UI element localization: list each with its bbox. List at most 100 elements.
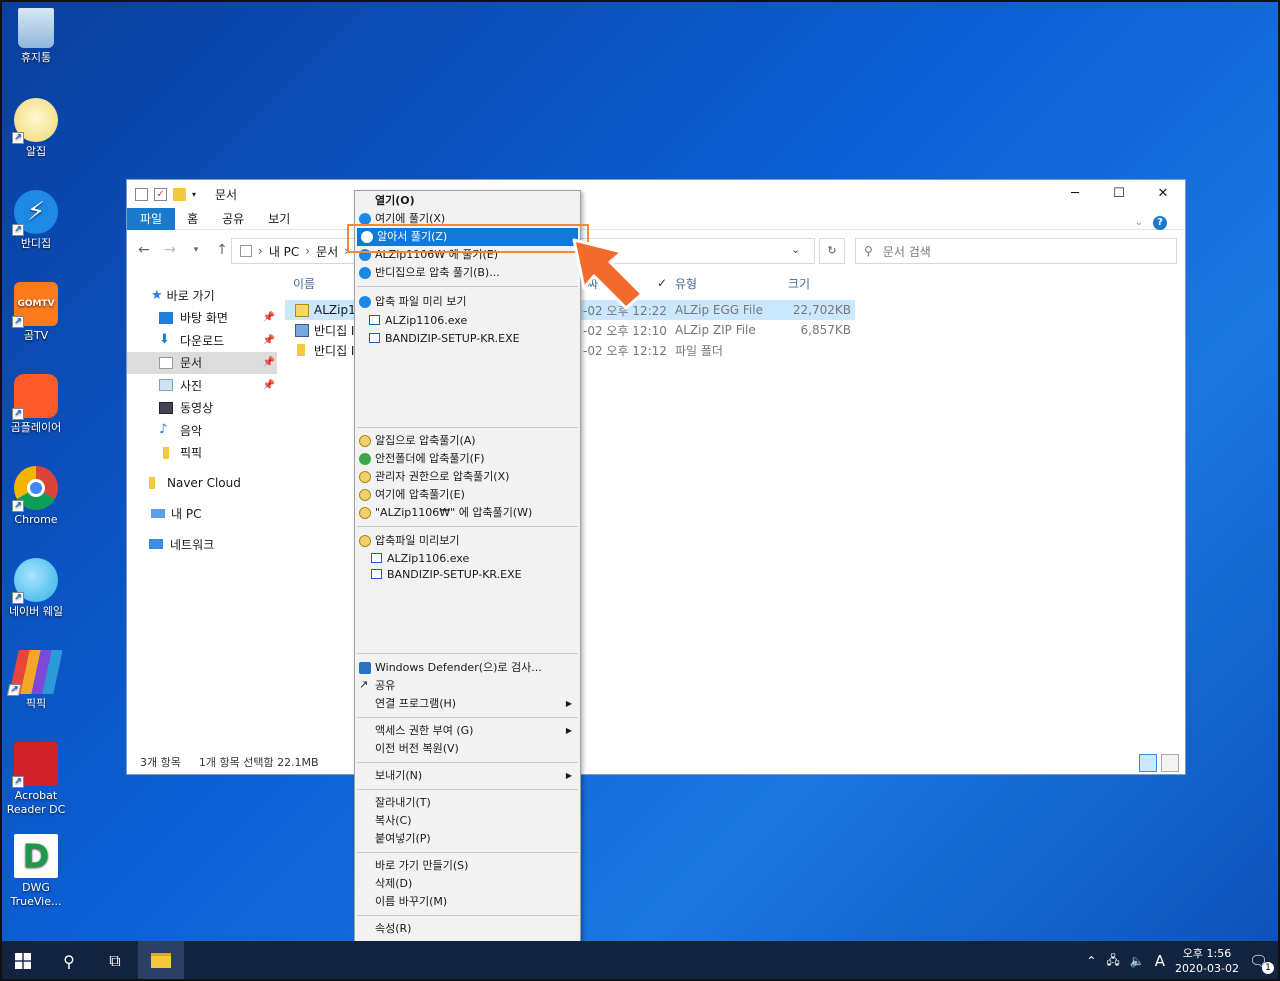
alzip-icon: [359, 489, 371, 501]
nav-item-naver-cloud[interactable]: Naver Cloud: [127, 472, 277, 495]
desktop-icon-naver-whale[interactable]: ↗ 네이버 웨일: [4, 558, 68, 619]
tab-home[interactable]: 홈: [175, 208, 210, 230]
breadcrumb-documents[interactable]: 문서: [316, 243, 338, 260]
start-button[interactable]: [0, 941, 46, 981]
desktop-icon-recycle-bin[interactable]: 휴지통: [4, 8, 68, 65]
nav-item-documents[interactable]: 문서 📌: [127, 351, 277, 374]
menu-item-preview-file[interactable]: BANDIZIP-SETUP-KR.EXE: [355, 566, 580, 584]
menu-item-delete[interactable]: 삭제(D): [355, 875, 580, 893]
nav-item-my-pc[interactable]: 내 PC: [127, 503, 277, 526]
back-arrow-icon[interactable]: ←: [135, 242, 153, 258]
menu-item-rename[interactable]: 이름 바꾸기(M): [355, 893, 580, 911]
menu-item-copy[interactable]: 복사(C): [355, 812, 580, 830]
menu-item-preview-file[interactable]: ALZip1106.exe: [355, 312, 580, 330]
nav-item-quick-access[interactable]: ★ 바로 가기: [127, 284, 277, 307]
menu-item-send-to[interactable]: 보내기(N) ▶: [355, 767, 580, 785]
menu-item-alzip-preview[interactable]: 압축파일 미리보기: [355, 532, 580, 550]
menu-item-share[interactable]: ↗ 공유: [355, 677, 580, 695]
pin-icon[interactable]: 📌: [263, 312, 275, 323]
menu-item-properties[interactable]: 속성(R): [355, 920, 580, 938]
properties-icon[interactable]: [135, 187, 148, 201]
details-view-icon[interactable]: [1139, 754, 1157, 772]
task-view-button[interactable]: ⧉: [92, 941, 138, 981]
desktop-icon-dwg-trueview[interactable]: D DWG TrueVie...: [4, 834, 68, 909]
forward-arrow-icon[interactable]: →: [161, 242, 179, 258]
nav-item-network[interactable]: 네트워크: [127, 533, 277, 556]
checkbox-icon[interactable]: ✓: [657, 276, 667, 290]
close-button[interactable]: ✕: [1141, 180, 1185, 208]
desktop-icon-alzip[interactable]: ↗ 알집: [4, 98, 68, 159]
search-input[interactable]: ⚲ 문서 검색: [855, 238, 1177, 264]
menu-item-open[interactable]: 열기(O): [355, 192, 580, 210]
menu-item-restore-versions[interactable]: 이전 버전 복원(V): [355, 740, 580, 758]
menu-item-preview-archive[interactable]: 압축 파일 미리 보기: [355, 293, 580, 311]
tab-view[interactable]: 보기: [256, 208, 302, 230]
help-icon[interactable]: ?: [1153, 216, 1167, 230]
menu-item-give-access[interactable]: 액세스 권한 부여 (G) ▶: [355, 722, 580, 740]
menu-item-alzip-extract-to-folder[interactable]: "ALZip1106₩" 에 압축풀기(W): [355, 504, 580, 522]
nav-item-videos[interactable]: 동영상: [127, 397, 277, 420]
clock-time: 오후 1:56: [1182, 947, 1232, 960]
desktop-icon-label: 픽픽: [25, 697, 47, 710]
title-bar[interactable]: ✓ ▾ 문서 ─ ☐ ✕: [127, 180, 1185, 208]
check-icon[interactable]: ✓: [154, 187, 167, 201]
minimize-button[interactable]: ─: [1053, 180, 1097, 208]
share-icon: ↗: [359, 678, 369, 691]
pin-icon[interactable]: 📌: [263, 357, 275, 368]
clock[interactable]: 오후 1:56 2020-03-02: [1175, 946, 1239, 976]
nav-item-pictures[interactable]: 사진 📌: [127, 374, 277, 397]
desktop-icon-gomplayer[interactable]: ↗ 곰플레이어: [4, 374, 68, 435]
pin-icon[interactable]: 📌: [263, 335, 275, 346]
recent-locations-icon[interactable]: ▾: [187, 245, 205, 255]
menu-item-preview-file[interactable]: BANDIZIP-SETUP-KR.EXE: [355, 330, 580, 348]
desktop-icon-picpick[interactable]: ↗ 픽픽: [4, 650, 68, 711]
submenu-arrow-icon: ▶: [565, 771, 572, 780]
network-icon[interactable]: 🖧: [1106, 951, 1119, 972]
taskbar-file-explorer[interactable]: [138, 941, 184, 981]
column-name[interactable]: 이름: [293, 275, 315, 292]
maximize-button[interactable]: ☐: [1097, 180, 1141, 208]
nav-item-desktop[interactable]: 바탕 화면 📌: [127, 307, 277, 330]
menu-item-paste[interactable]: 붙여넣기(P): [355, 830, 580, 848]
search-button[interactable]: ⚲: [46, 941, 92, 981]
menu-item-extract-with-bandizip[interactable]: 반디집으로 압축 풀기(B)...: [355, 264, 580, 282]
menu-item-create-shortcut[interactable]: 바로 가기 만들기(S): [355, 857, 580, 875]
menu-item-alzip-extract[interactable]: 알집으로 압축풀기(A): [355, 432, 580, 450]
expand-ribbon-icon[interactable]: ⌄: [1135, 212, 1143, 234]
alzip-icon: [359, 435, 371, 447]
column-size[interactable]: 크기: [788, 275, 810, 292]
menu-item-safe-folder-extract[interactable]: 안전폴더에 압축풀기(F): [355, 450, 580, 468]
desktop-icon-gomtv[interactable]: GOMTV ↗ 곰TV: [4, 282, 68, 343]
tab-share[interactable]: 공유: [210, 208, 256, 230]
chevron-down-icon[interactable]: ▾: [192, 188, 205, 201]
nav-item-picpick[interactable]: 픽픽: [127, 442, 277, 465]
menu-item-label: ALZip1106.exe: [385, 314, 468, 327]
large-icons-view-icon[interactable]: [1161, 754, 1179, 772]
new-folder-icon[interactable]: [173, 187, 186, 201]
nav-item-music[interactable]: ♪ 음악: [127, 419, 277, 442]
menu-item-admin-extract[interactable]: 관리자 권한으로 압축풀기(X): [355, 468, 580, 486]
menu-item-alzip-extract-here[interactable]: 여기에 압축풀기(E): [355, 486, 580, 504]
tab-file[interactable]: 파일: [127, 207, 176, 230]
system-tray: ⌃ 🖧 🔈 A 오후 1:56 2020-03-02 🗨 1: [1086, 941, 1280, 981]
desktop-icon-acrobat[interactable]: ↗ Acrobat Reader DC: [4, 742, 68, 817]
up-arrow-icon[interactable]: ↑: [213, 242, 231, 258]
action-center-button[interactable]: 🗨 1: [1249, 952, 1274, 974]
menu-item-open-with[interactable]: 연결 프로그램(H) ▶: [355, 695, 580, 713]
volume-icon[interactable]: 🔈: [1130, 954, 1145, 968]
desktop-icon-label: Acrobat Reader DC: [6, 789, 66, 816]
breadcrumb-my-pc[interactable]: 내 PC: [269, 243, 299, 260]
desktop-icon-chrome[interactable]: ↗ Chrome: [4, 466, 68, 527]
ime-indicator[interactable]: A: [1155, 952, 1165, 970]
nav-item-downloads[interactable]: ⬇ 다운로드 📌: [127, 329, 277, 352]
chevron-up-icon[interactable]: ⌃: [1086, 954, 1096, 968]
desktop-icon-bandizip[interactable]: ⚡ ↗ 반디집: [4, 190, 68, 251]
file-name: 반디집 I: [314, 343, 355, 358]
menu-item-cut[interactable]: 잘라내기(T): [355, 794, 580, 812]
pin-icon[interactable]: 📌: [263, 380, 275, 391]
file-type: 파일 폴더: [675, 343, 723, 358]
column-type[interactable]: 유형: [675, 275, 697, 292]
menu-item-defender-scan[interactable]: Windows Defender(으)로 검사...: [355, 659, 580, 677]
address-dropdown-icon[interactable]: ⌄: [791, 243, 800, 256]
refresh-button[interactable]: ↻: [819, 238, 845, 264]
